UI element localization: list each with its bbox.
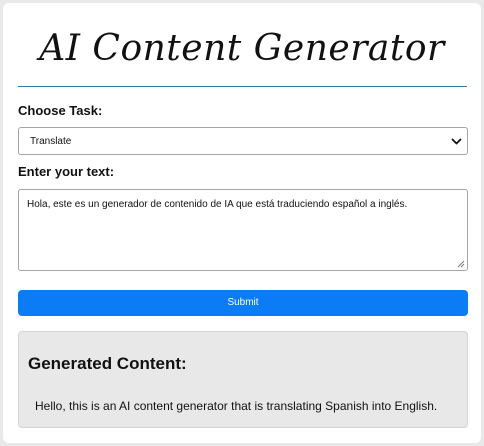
generator-card: AI Content Generator Choose Task: Transl… (3, 3, 481, 443)
submit-button[interactable]: Submit (18, 290, 468, 316)
task-label: Choose Task: (18, 103, 103, 118)
title-divider (18, 86, 467, 87)
text-input-value: Hola, este es un generador de contenido … (27, 199, 408, 210)
resize-handle-icon[interactable] (457, 260, 465, 268)
task-select-value: Translate (30, 136, 72, 147)
chevron-down-icon (451, 138, 462, 145)
task-select[interactable]: Translate (18, 127, 468, 155)
generated-content-text: Hello, this is an AI content generator t… (35, 399, 438, 413)
text-label: Enter your text: (18, 164, 115, 179)
text-input[interactable]: Hola, este es un generador de contenido … (18, 189, 468, 271)
page-title: AI Content Generator (39, 28, 445, 69)
generated-content-heading: Generated Content: (28, 354, 187, 373)
generated-content-panel: Generated Content: Hello, this is an AI … (18, 331, 468, 428)
